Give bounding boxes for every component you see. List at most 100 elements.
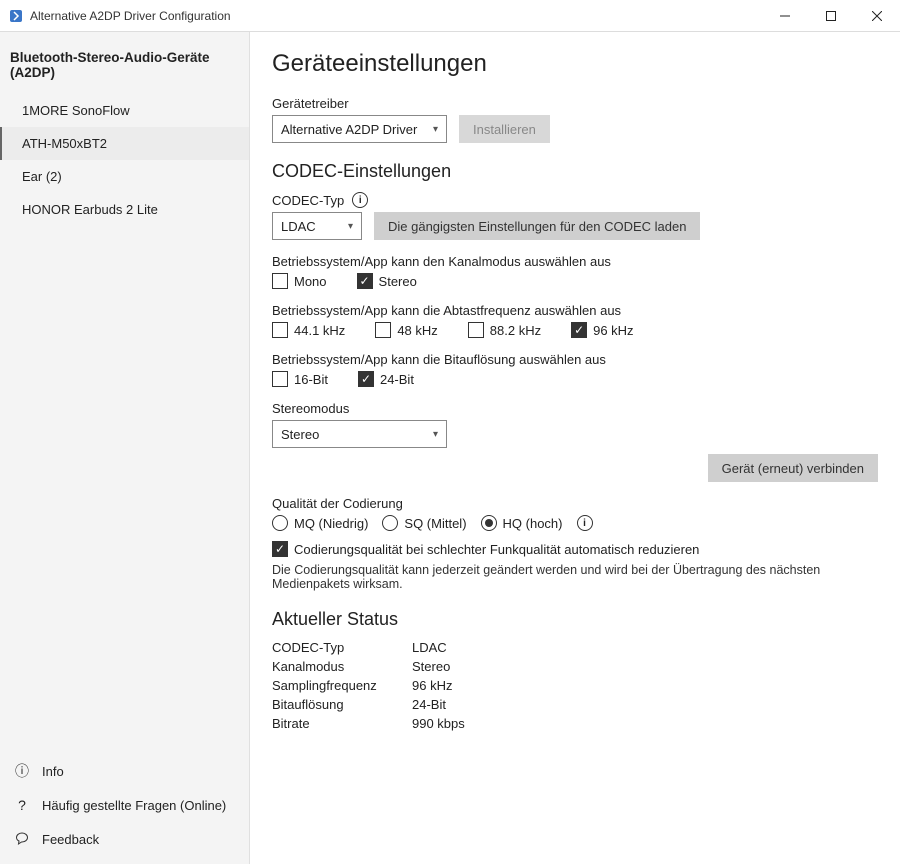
radio-label: HQ (hoch): [503, 516, 563, 531]
checkbox-label: 16-Bit: [294, 372, 328, 387]
sidebar-bottom: ⓘ Info ? Häufig gestellte Fragen (Online…: [0, 754, 249, 864]
sidebar-header: Bluetooth-Stereo-Audio-Geräte (A2DP): [0, 32, 249, 94]
checkbox-label: 44.1 kHz: [294, 323, 345, 338]
radio-icon: [481, 515, 497, 531]
feedback-icon: [14, 831, 30, 847]
checkbox-icon: ✓: [571, 322, 587, 338]
main-panel: Geräteeinstellungen Gerätetreiber Altern…: [250, 32, 900, 864]
codec-type-select[interactable]: LDAC ▾: [272, 212, 362, 240]
sample-prompt: Betriebssystem/App kann die Abtastfreque…: [272, 303, 878, 318]
quality-label: Qualität der Codierung: [272, 496, 878, 511]
status-key: Bitauflösung: [272, 697, 412, 712]
install-button[interactable]: Installieren: [459, 115, 550, 143]
checkbox-441khz[interactable]: 44.1 kHz: [272, 322, 345, 338]
radio-label: MQ (Niedrig): [294, 516, 368, 531]
bit-prompt: Betriebssystem/App kann die Bitauflösung…: [272, 352, 878, 367]
checkbox-48khz[interactable]: 48 kHz: [375, 322, 437, 338]
checkbox-label: Stereo: [379, 274, 417, 289]
sidebar-faq[interactable]: ? Häufig gestellte Fragen (Online): [0, 788, 249, 822]
status-grid: CODEC-Typ LDAC Kanalmodus Stereo Samplin…: [272, 640, 878, 731]
titlebar: Alternative A2DP Driver Configuration: [0, 0, 900, 32]
close-button[interactable]: [854, 0, 900, 32]
window-title: Alternative A2DP Driver Configuration: [30, 9, 762, 23]
channel-prompt: Betriebssystem/App kann den Kanalmodus a…: [272, 254, 878, 269]
driver-select-value: Alternative A2DP Driver: [281, 122, 417, 137]
checkbox-icon: [272, 322, 288, 338]
status-value: 24-Bit: [412, 697, 878, 712]
checkbox-96khz[interactable]: ✓ 96 kHz: [571, 322, 633, 338]
checkbox-label: Codierungsqualität bei schlechter Funkqu…: [294, 542, 699, 557]
checkbox-label: 96 kHz: [593, 323, 633, 338]
maximize-button[interactable]: [808, 0, 854, 32]
sidebar-feedback[interactable]: Feedback: [0, 822, 249, 856]
minimize-button[interactable]: [762, 0, 808, 32]
checkbox-icon: [272, 273, 288, 289]
sidebar-info-label: Info: [42, 764, 64, 779]
checkbox-label: Mono: [294, 274, 327, 289]
checkbox-24bit[interactable]: ✓ 24-Bit: [358, 371, 414, 387]
radio-mq[interactable]: MQ (Niedrig): [272, 515, 368, 531]
quality-section: Qualität der Codierung MQ (Niedrig) SQ (…: [272, 496, 878, 591]
checkbox-icon: ✓: [357, 273, 373, 289]
sidebar: Bluetooth-Stereo-Audio-Geräte (A2DP) 1MO…: [0, 32, 250, 864]
sidebar-info[interactable]: ⓘ Info: [0, 754, 249, 788]
checkbox-icon: [468, 322, 484, 338]
load-defaults-button[interactable]: Die gängigsten Einstellungen für den COD…: [374, 212, 700, 240]
sidebar-item-device[interactable]: 1MORE SonoFlow: [0, 94, 249, 127]
status-value: 990 kbps: [412, 716, 878, 731]
radio-sq[interactable]: SQ (Mittel): [382, 515, 466, 531]
status-value: 96 kHz: [412, 678, 878, 693]
driver-label: Gerätetreiber: [272, 96, 878, 111]
status-heading: Aktueller Status: [272, 609, 878, 630]
checkbox-icon: ✓: [358, 371, 374, 387]
radio-hq[interactable]: HQ (hoch): [481, 515, 563, 531]
stereo-mode-label: Stereomodus: [272, 401, 878, 416]
status-value: Stereo: [412, 659, 878, 674]
codec-type-label: CODEC-Typ: [272, 193, 344, 208]
chevron-down-icon: ▾: [348, 221, 353, 232]
bit-depth-section: Betriebssystem/App kann die Bitauflösung…: [272, 352, 878, 387]
status-key: Kanalmodus: [272, 659, 412, 674]
reconnect-button[interactable]: Gerät (erneut) verbinden: [708, 454, 878, 482]
chevron-down-icon: ▾: [433, 429, 438, 440]
sidebar-item-device[interactable]: HONOR Earbuds 2 Lite: [0, 193, 249, 226]
codec-type-value: LDAC: [281, 219, 316, 234]
checkbox-stereo[interactable]: ✓ Stereo: [357, 273, 417, 289]
checkbox-882khz[interactable]: 88.2 kHz: [468, 322, 541, 338]
checkbox-auto-reduce[interactable]: ✓ Codierungsqualität bei schlechter Funk…: [272, 541, 878, 557]
info-icon[interactable]: i: [352, 192, 368, 208]
stereo-mode-value: Stereo: [281, 427, 319, 442]
channel-mode-section: Betriebssystem/App kann den Kanalmodus a…: [272, 254, 878, 289]
sidebar-faq-label: Häufig gestellte Fragen (Online): [42, 798, 226, 813]
chevron-down-icon: ▾: [433, 124, 438, 135]
stereo-mode-select[interactable]: Stereo ▾: [272, 420, 447, 448]
driver-select[interactable]: Alternative A2DP Driver ▾: [272, 115, 447, 143]
checkbox-icon: [272, 371, 288, 387]
radio-icon: [272, 515, 288, 531]
checkbox-mono[interactable]: Mono: [272, 273, 327, 289]
radio-label: SQ (Mittel): [404, 516, 466, 531]
status-key: Samplingfrequenz: [272, 678, 412, 693]
sample-rate-section: Betriebssystem/App kann die Abtastfreque…: [272, 303, 878, 338]
codec-type-section: CODEC-Typ i LDAC ▾ Die gängigsten Einste…: [272, 192, 878, 240]
codec-heading: CODEC-Einstellungen: [272, 161, 878, 182]
sidebar-feedback-label: Feedback: [42, 832, 99, 847]
status-value: LDAC: [412, 640, 878, 655]
radio-icon: [382, 515, 398, 531]
question-icon: ?: [14, 797, 30, 813]
sidebar-item-device[interactable]: Ear (2): [0, 160, 249, 193]
stereo-mode-section: Stereomodus Stereo ▾ Gerät (erneut) verb…: [272, 401, 878, 482]
app-icon: [8, 8, 24, 24]
checkbox-icon: ✓: [272, 541, 288, 557]
checkbox-label: 24-Bit: [380, 372, 414, 387]
page-title: Geräteeinstellungen: [272, 50, 878, 78]
checkbox-label: 48 kHz: [397, 323, 437, 338]
checkbox-16bit[interactable]: 16-Bit: [272, 371, 328, 387]
sidebar-item-device[interactable]: ATH-M50xBT2: [0, 127, 249, 160]
window-buttons: [762, 0, 900, 32]
info-icon[interactable]: i: [577, 515, 593, 531]
quality-hint: Die Codierungsqualität kann jederzeit ge…: [272, 563, 878, 591]
checkbox-icon: [375, 322, 391, 338]
info-icon: ⓘ: [14, 763, 30, 779]
status-key: CODEC-Typ: [272, 640, 412, 655]
